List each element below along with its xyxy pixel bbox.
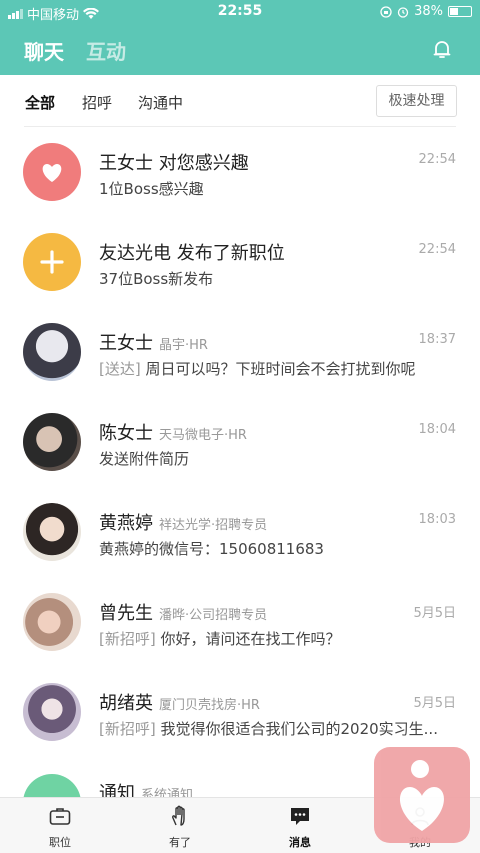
avatar [23, 503, 81, 561]
contact-name: 黄燕婷 祥达光学·招聘专员 [99, 509, 267, 535]
list-item[interactable]: 王女士 晶宇·HR 18:37 [送达] 周日可以吗？下班时间会不会打扰到你呢 [0, 307, 480, 397]
conversation-preview: [新招呼] 我觉得你很适合我们公司的2020实习生... [99, 718, 438, 739]
list-item[interactable]: 王女士 对您感兴趣 22:54 1位Boss感兴趣 [0, 127, 480, 217]
tab-have[interactable]: 有了 [120, 798, 240, 853]
hand-icon [172, 805, 185, 826]
lock-rotation-icon [380, 5, 392, 18]
heart-icon [23, 143, 81, 201]
message-text: 黄燕婷的微信号：15060811683 [99, 540, 324, 558]
contact-name: 通知 系统通知 [99, 779, 193, 797]
status-bar: 中国移动 22:55 38% [0, 0, 480, 24]
conversation-preview: 黄燕婷的微信号：15060811683 [99, 538, 324, 559]
contact-name: 曾先生 潘晔·公司招聘专员 [99, 599, 267, 625]
message-text: 我觉得你很适合我们公司的2020实习生... [155, 720, 438, 738]
avatar [23, 593, 81, 651]
contact-company: 厦门贝壳找房·HR [159, 698, 260, 713]
filter-bar: 全部 招呼 沟通中 极速处理 [0, 75, 480, 127]
battery-icon [448, 6, 472, 17]
battery-percent: 38% [414, 4, 443, 19]
tab-jobs-label: 职位 [49, 836, 71, 849]
tab-messages-label: 消息 [289, 836, 311, 849]
conversation-time: 18:37 [418, 332, 456, 347]
contact-name-text: 王女士 [99, 333, 153, 354]
contact-name-text: 黄燕婷 [99, 513, 153, 534]
message-text: 周日可以吗？下班时间会不会打扰到你呢 [140, 360, 416, 378]
contact-company: 系统通知 [141, 788, 194, 797]
bell-icon[interactable] [431, 38, 453, 60]
list-item[interactable]: 陈女士 天马微电子·HR 18:04 发送附件简历 [0, 397, 480, 487]
tab-messages[interactable]: 消息 [240, 798, 360, 853]
conversation-preview: [送达] 周日可以吗？下班时间会不会打扰到你呢 [99, 358, 416, 379]
conversation-preview: [新招呼] 你好，请问还在找工作吗？ [99, 628, 341, 649]
top-header: 中国移动 22:55 38% 聊天 互动 [0, 0, 480, 75]
quick-process-button[interactable]: 极速处理 [376, 85, 457, 117]
conversation-preview: 37位Boss新发布 [99, 270, 214, 288]
conversation-time: 18:03 [418, 512, 456, 527]
alarm-icon [397, 6, 409, 18]
filter-all[interactable]: 全部 [25, 92, 55, 113]
filter-call[interactable]: 招呼 [82, 92, 112, 113]
contact-name: 王女士 晶宇·HR [99, 329, 208, 355]
conversation-title: 王女士 对您感兴趣 [99, 153, 249, 174]
notification-icon [23, 774, 81, 797]
contact-company: 天马微电子·HR [159, 428, 247, 443]
filter-talking[interactable]: 沟通中 [138, 92, 183, 113]
tab-interact[interactable]: 互动 [86, 36, 126, 65]
contact-company: 祥达光学·招聘专员 [159, 518, 268, 533]
conversation-time: 22:54 [418, 152, 456, 167]
contact-name-text: 陈女士 [99, 423, 153, 444]
tab-have-label: 有了 [169, 836, 191, 849]
message-tag: [新招呼] [99, 630, 156, 648]
conversation-preview: 1位Boss感兴趣 [99, 180, 204, 198]
tab-jobs[interactable]: 职位 [0, 798, 120, 853]
contact-company: 潘晔·公司招聘专员 [159, 608, 268, 623]
message-text: 发送附件简历 [99, 450, 190, 468]
contact-name: 胡绪英 厦门贝壳找房·HR [99, 689, 260, 715]
list-item[interactable]: 友达光电 发布了新职位 22:54 37位Boss新发布 [0, 217, 480, 307]
avatar [23, 413, 81, 471]
list-item[interactable]: 曾先生 潘晔·公司招聘专员 5月5日 [新招呼] 你好，请问还在找工作吗？ [0, 577, 480, 667]
tab-chat[interactable]: 聊天 [24, 36, 64, 65]
conversation-time: 5月5日 [413, 696, 456, 711]
conversation-title: 友达光电 发布了新职位 [99, 243, 285, 264]
conversation-time: 18:04 [418, 422, 456, 437]
avatar [23, 323, 81, 381]
contact-company: 晶宇·HR [159, 338, 208, 353]
message-text: 你好，请问还在找工作吗？ [155, 630, 341, 648]
message-tag: [新招呼] [99, 720, 156, 738]
conversation-preview: 发送附件简历 [99, 448, 189, 469]
message-tag: [送达] [99, 360, 141, 378]
plus-icon [23, 233, 81, 291]
message-icon [291, 808, 309, 825]
conversation-time: 5月5日 [413, 606, 456, 621]
contact-name-text: 通知 [99, 783, 135, 797]
list-item[interactable]: 黄燕婷 祥达光学·招聘专员 18:03 黄燕婷的微信号：15060811683 [0, 487, 480, 577]
contact-name-text: 胡绪英 [99, 693, 153, 714]
floating-heart-icon[interactable] [374, 747, 470, 843]
list-item[interactable]: 胡绪英 厦门贝壳找房·HR 5月5日 [新招呼] 我觉得你很适合我们公司的2020… [0, 667, 480, 757]
avatar [23, 683, 81, 741]
briefcase-icon [49, 808, 71, 825]
contact-name: 陈女士 天马微电子·HR [99, 419, 247, 445]
conversation-time: 22:54 [418, 242, 456, 257]
contact-name-text: 曾先生 [99, 603, 153, 624]
